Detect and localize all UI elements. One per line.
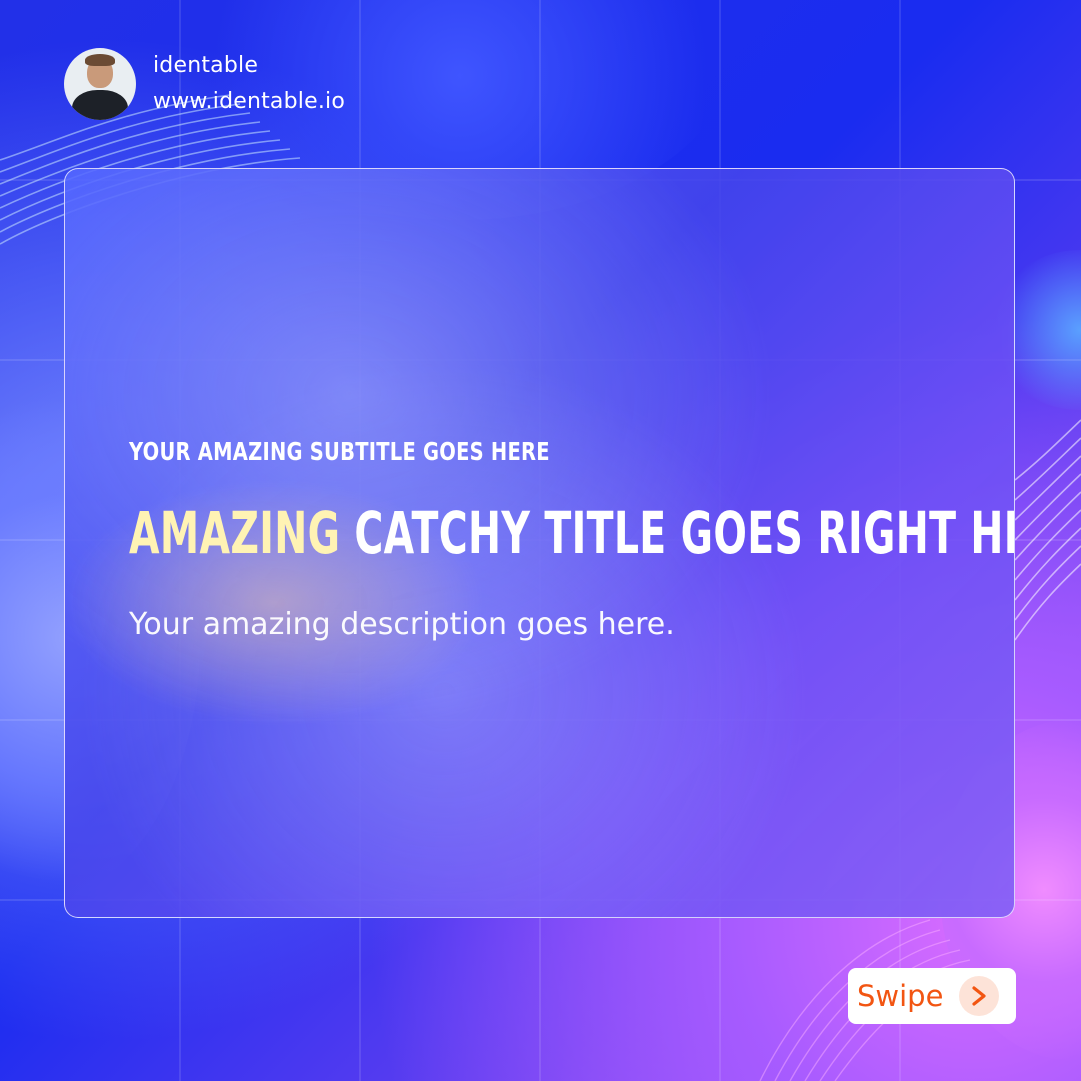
author-info: identable www.identable.io: [153, 48, 345, 120]
avatar: [64, 48, 136, 120]
avatar-hair: [85, 54, 115, 66]
chevron-right-icon: [959, 976, 1000, 1016]
description: Your amazing description goes here.: [129, 607, 675, 642]
brand-name: identable: [153, 53, 259, 78]
website-link[interactable]: www.identable.io: [153, 84, 345, 120]
subtitle: YOUR AMAZING SUBTITLE GOES HERE: [129, 437, 550, 466]
content-card: YOUR AMAZING SUBTITLE GOES HERE AMAZING …: [64, 168, 1015, 918]
title-highlight: AMAZING: [129, 499, 341, 567]
background-wave-lines: [1014, 419, 1081, 641]
user-avatar-photo-icon: [72, 90, 128, 120]
slide-canvas: identable www.identable.io YOUR AMAZING …: [0, 0, 1081, 1081]
swipe-label: Swipe: [857, 979, 944, 1013]
title: AMAZING CATCHY TITLE GOES RIGHT HERE!: [129, 499, 1014, 567]
swipe-button[interactable]: Swipe: [848, 968, 1016, 1024]
title-rest: CATCHY TITLE GOES RIGHT HERE!: [354, 499, 1014, 567]
author-header: identable www.identable.io: [64, 48, 345, 120]
